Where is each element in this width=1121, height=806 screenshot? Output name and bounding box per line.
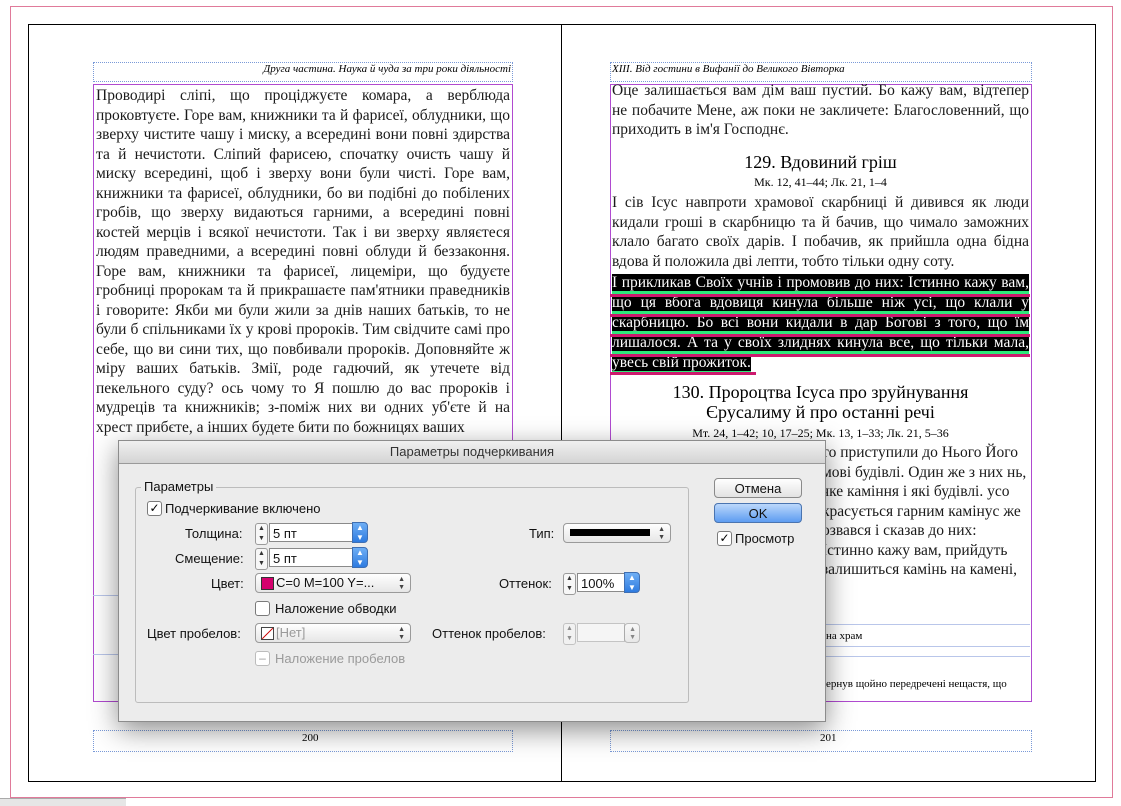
section-heading-130-line2: Єрусалиму й про останні речі [706,402,935,422]
gap-tint-dropdown[interactable]: ▲ ▼ [624,623,640,643]
tint-dropdown[interactable]: ▲ ▼ [624,572,640,593]
overprint-gap-checkbox[interactable]: – [255,651,270,666]
type-label: Тип: [529,526,555,541]
offset-label: Смещение: [175,551,244,566]
gap-tint-field[interactable] [577,623,625,642]
right-running-head: XIII. Від гостини в Вифанії до Великого … [612,63,845,75]
overprint-stroke-label: Наложение обводки [275,601,397,616]
none-swatch-icon [261,627,274,640]
line-type-sample [570,529,650,536]
section-ref-129: Мк. 12, 41–44; Лк. 21, 1–4 [754,175,887,189]
ok-button[interactable]: OK [714,503,802,523]
gap-color-label: Цвет пробелов: [147,626,241,641]
right-para-3-underlined[interactable]: І прикликав Своїх учнів і промовив до ни… [612,273,1029,374]
offset-dropdown[interactable]: ▲ ▼ [352,547,368,568]
left-page-number: 200 [302,732,319,744]
gap-tint-label: Оттенок пробелов: [432,626,546,641]
tint-stepper[interactable]: ▲ ▼ [563,573,576,595]
magenta-underline-2 [610,314,1030,317]
right-page-number: 201 [820,732,837,744]
left-body-paragraph: Проводирі сліпі, що проціджуєте комара, … [96,87,510,436]
right-para-4-text: то приступили до Нього Його мові будівлі… [822,444,1027,578]
magenta-underline-3 [610,334,1030,337]
parameters-group-label: Параметры [141,479,217,494]
gap-color-popup[interactable]: [Нет] ▲ ▼ [255,623,411,643]
offset-stepper[interactable]: ▲ ▼ [255,548,268,570]
weight-stepper[interactable]: ▲ ▼ [255,523,268,545]
weight-dropdown[interactable]: ▲ ▼ [352,522,368,543]
magenta-underline-5 [610,372,756,375]
color-label: Цвет: [211,576,244,591]
cancel-button[interactable]: Отмена [714,478,802,498]
right-para-1[interactable]: Оце залишається вам дім ваш пустий. Бо к… [612,81,1029,140]
right-para-1-text: Оце залишається вам дім ваш пустий. Бо к… [612,82,1029,138]
tint-field[interactable]: 100% [577,573,625,592]
popup-arrows-icon: ▲ ▼ [629,626,636,641]
left-running-head: Друга частина. Наука й чуда за три роки … [263,63,511,75]
parameters-group [135,487,689,703]
overprint-stroke-checkbox[interactable] [255,601,270,616]
right-fragment-note: на храм [826,630,863,642]
dialog-title[interactable]: Параметры подчеркивания [119,441,825,464]
section-ref-130: Мт. 24, 1–42; 10, 17–25; Мк. 13, 1–33; Л… [692,426,949,440]
weight-label: Толщина: [185,526,243,541]
section-heading-129: 129. Вдовиний гріш [744,152,897,172]
weight-field[interactable]: 5 пт [269,523,353,542]
section-heading-130-line1: 130. Пророцтва Ісуса про зруйнування [672,382,969,402]
right-para-2[interactable]: І сів Ісус навпроти храмової скарбниці й… [612,193,1029,271]
underline-options-dialog[interactable]: Параметры подчеркивания Параметры ✓ Подч… [118,440,826,722]
underline-on-label: Подчеркивание включено [165,501,321,516]
underlined-selection: І прикликав Своїх учнів і промовив до ни… [612,274,1029,374]
right-para-2-text: І сів Ісус навпроти храмової скарбниці й… [612,194,1029,270]
color-value: C=0 M=100 Y=... [276,575,375,590]
preview-label: Просмотр [735,531,795,546]
color-swatch [261,577,274,590]
right-para-4-visible[interactable]: то приступили до Нього Його мові будівлі… [822,443,1029,583]
type-popup[interactable]: ▲ ▼ [563,523,671,543]
magenta-underline-4 [610,354,1030,357]
underline-on-checkbox[interactable]: ✓ [147,501,162,516]
color-popup[interactable]: C=0 M=100 Y=... ▲ ▼ [255,573,411,593]
preview-checkbox[interactable]: ✓ [717,531,732,546]
popup-arrows-icon: ▲ ▼ [398,626,405,641]
popup-arrows-icon: ▲ ▼ [398,576,405,591]
gap-tint-stepper[interactable]: ▲ ▼ [563,623,576,645]
magenta-underline-1 [610,294,1030,297]
offset-field[interactable]: 5 пт [269,548,353,567]
popup-arrows-icon: ▲ ▼ [658,526,665,541]
left-body-text[interactable]: Проводирі сліпі, що проціджуєте комара, … [96,86,510,446]
right-footnote-fragment: ернув щойно передречені нещастя, що [826,678,1007,690]
gap-color-value: [Нет] [276,625,306,640]
overprint-gap-label: Наложение пробелов [275,651,406,666]
tint-label: Оттенок: [499,576,552,591]
